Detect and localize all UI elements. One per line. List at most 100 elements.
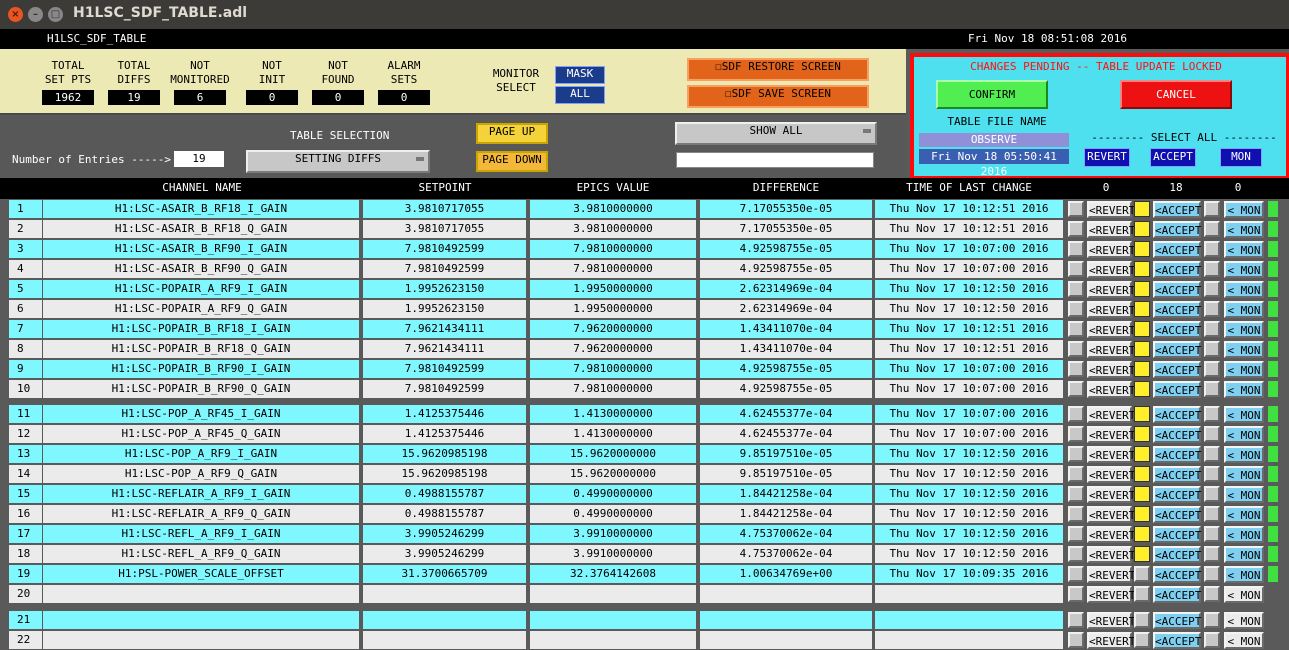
accept-checkbox[interactable] bbox=[1134, 201, 1150, 217]
mon-button[interactable]: < MON bbox=[1224, 321, 1264, 338]
mon-checkbox[interactable] bbox=[1204, 381, 1220, 397]
filter-input[interactable] bbox=[676, 152, 874, 168]
revert-button[interactable]: <REVERT bbox=[1087, 281, 1135, 298]
accept-button[interactable]: <ACCEPT bbox=[1153, 381, 1201, 398]
mon-checkbox[interactable] bbox=[1204, 406, 1220, 422]
mon-button[interactable]: < MON bbox=[1224, 526, 1264, 543]
confirm-button[interactable]: CONFIRM bbox=[936, 80, 1048, 109]
revert-checkbox[interactable] bbox=[1068, 281, 1084, 297]
revert-checkbox[interactable] bbox=[1068, 426, 1084, 442]
revert-button[interactable]: <REVERT bbox=[1087, 341, 1135, 358]
accept-checkbox[interactable] bbox=[1134, 381, 1150, 397]
mon-button[interactable]: < MON bbox=[1224, 426, 1264, 443]
accept-checkbox[interactable] bbox=[1134, 586, 1150, 602]
revert-checkbox[interactable] bbox=[1068, 361, 1084, 377]
revert-checkbox[interactable] bbox=[1068, 201, 1084, 217]
accept-button[interactable]: <ACCEPT bbox=[1153, 241, 1201, 258]
mon-checkbox[interactable] bbox=[1204, 526, 1220, 542]
revert-checkbox[interactable] bbox=[1068, 486, 1084, 502]
accept-button[interactable]: <ACCEPT bbox=[1153, 281, 1201, 298]
revert-checkbox[interactable] bbox=[1068, 586, 1084, 602]
mon-checkbox[interactable] bbox=[1204, 466, 1220, 482]
mon-checkbox[interactable] bbox=[1204, 586, 1220, 602]
mon-button[interactable]: < MON bbox=[1224, 241, 1264, 258]
mon-checkbox[interactable] bbox=[1204, 506, 1220, 522]
accept-checkbox[interactable] bbox=[1134, 221, 1150, 237]
revert-button[interactable]: <REVERT bbox=[1087, 221, 1135, 238]
revert-checkbox[interactable] bbox=[1068, 301, 1084, 317]
accept-checkbox[interactable] bbox=[1134, 341, 1150, 357]
mon-checkbox[interactable] bbox=[1204, 201, 1220, 217]
revert-button[interactable]: <REVERT bbox=[1087, 381, 1135, 398]
revert-checkbox[interactable] bbox=[1068, 546, 1084, 562]
mon-checkbox[interactable] bbox=[1204, 241, 1220, 257]
accept-checkbox[interactable] bbox=[1134, 466, 1150, 482]
accept-button[interactable]: <ACCEPT bbox=[1153, 566, 1201, 583]
accept-checkbox[interactable] bbox=[1134, 281, 1150, 297]
accept-checkbox[interactable] bbox=[1134, 301, 1150, 317]
revert-button[interactable]: <REVERT bbox=[1087, 261, 1135, 278]
select-all-revert-button[interactable]: REVERT bbox=[1084, 148, 1130, 167]
accept-checkbox[interactable] bbox=[1134, 406, 1150, 422]
revert-checkbox[interactable] bbox=[1068, 381, 1084, 397]
accept-button[interactable]: <ACCEPT bbox=[1153, 586, 1201, 603]
mon-checkbox[interactable] bbox=[1204, 486, 1220, 502]
revert-button[interactable]: <REVERT bbox=[1087, 566, 1135, 583]
revert-button[interactable]: <REVERT bbox=[1087, 506, 1135, 523]
accept-button[interactable]: <ACCEPT bbox=[1153, 221, 1201, 238]
revert-button[interactable]: <REVERT bbox=[1087, 526, 1135, 543]
revert-button[interactable]: <REVERT bbox=[1087, 546, 1135, 563]
close-icon[interactable]: × bbox=[8, 7, 23, 22]
revert-checkbox[interactable] bbox=[1068, 526, 1084, 542]
revert-checkbox[interactable] bbox=[1068, 446, 1084, 462]
mon-button[interactable]: < MON bbox=[1224, 546, 1264, 563]
mon-button[interactable]: < MON bbox=[1224, 506, 1264, 523]
mon-checkbox[interactable] bbox=[1204, 221, 1220, 237]
accept-checkbox[interactable] bbox=[1134, 546, 1150, 562]
mon-checkbox[interactable] bbox=[1204, 566, 1220, 582]
mon-checkbox[interactable] bbox=[1204, 261, 1220, 277]
accept-button[interactable]: <ACCEPT bbox=[1153, 506, 1201, 523]
mon-button[interactable]: < MON bbox=[1224, 361, 1264, 378]
revert-checkbox[interactable] bbox=[1068, 341, 1084, 357]
accept-button[interactable]: <ACCEPT bbox=[1153, 261, 1201, 278]
revert-button[interactable]: <REVERT bbox=[1087, 406, 1135, 423]
maximize-icon[interactable]: □ bbox=[48, 7, 63, 22]
revert-button[interactable]: <REVERT bbox=[1087, 446, 1135, 463]
mon-checkbox[interactable] bbox=[1204, 281, 1220, 297]
revert-button[interactable]: <REVERT bbox=[1087, 361, 1135, 378]
accept-checkbox[interactable] bbox=[1134, 612, 1150, 628]
accept-button[interactable]: <ACCEPT bbox=[1153, 361, 1201, 378]
mon-button[interactable]: < MON bbox=[1224, 566, 1264, 583]
mon-button[interactable]: < MON bbox=[1224, 261, 1264, 278]
mask-button[interactable]: MASK bbox=[555, 66, 605, 84]
accept-checkbox[interactable] bbox=[1134, 446, 1150, 462]
mon-button[interactable]: < MON bbox=[1224, 201, 1264, 218]
accept-button[interactable]: <ACCEPT bbox=[1153, 526, 1201, 543]
show-all-dropdown[interactable]: SHOW ALL bbox=[675, 122, 877, 145]
revert-button[interactable]: <REVERT bbox=[1087, 301, 1135, 318]
revert-button[interactable]: <REVERT bbox=[1087, 321, 1135, 338]
page-up-button[interactable]: PAGE UP bbox=[476, 123, 548, 144]
revert-button[interactable]: <REVERT bbox=[1087, 612, 1135, 629]
accept-checkbox[interactable] bbox=[1134, 566, 1150, 582]
accept-checkbox[interactable] bbox=[1134, 241, 1150, 257]
accept-button[interactable]: <ACCEPT bbox=[1153, 466, 1201, 483]
mon-button[interactable]: < MON bbox=[1224, 586, 1264, 603]
mon-checkbox[interactable] bbox=[1204, 426, 1220, 442]
accept-button[interactable]: <ACCEPT bbox=[1153, 486, 1201, 503]
revert-checkbox[interactable] bbox=[1068, 321, 1084, 337]
mon-button[interactable]: < MON bbox=[1224, 612, 1264, 629]
all-button[interactable]: ALL bbox=[555, 86, 605, 104]
accept-checkbox[interactable] bbox=[1134, 426, 1150, 442]
mon-checkbox[interactable] bbox=[1204, 321, 1220, 337]
mon-button[interactable]: < MON bbox=[1224, 406, 1264, 423]
mon-checkbox[interactable] bbox=[1204, 446, 1220, 462]
accept-button[interactable]: <ACCEPT bbox=[1153, 341, 1201, 358]
accept-button[interactable]: <ACCEPT bbox=[1153, 406, 1201, 423]
accept-button[interactable]: <ACCEPT bbox=[1153, 612, 1201, 629]
mon-button[interactable]: < MON bbox=[1224, 446, 1264, 463]
mon-checkbox[interactable] bbox=[1204, 341, 1220, 357]
accept-checkbox[interactable] bbox=[1134, 261, 1150, 277]
revert-button[interactable]: <REVERT bbox=[1087, 586, 1135, 603]
